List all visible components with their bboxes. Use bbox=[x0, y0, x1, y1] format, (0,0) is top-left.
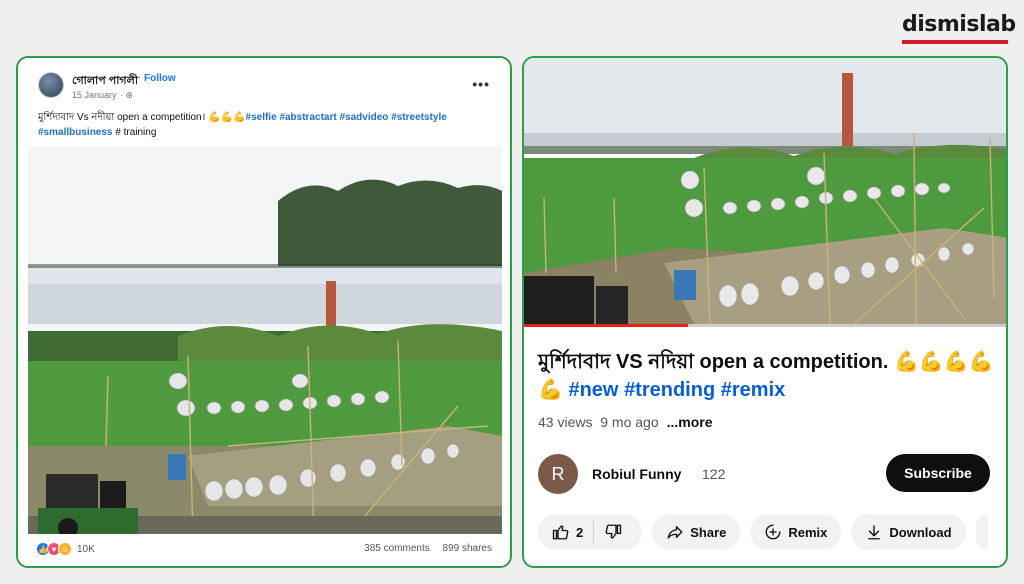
globe-icon: · ⊕ bbox=[120, 90, 134, 100]
brand-name: dismislab bbox=[902, 12, 1016, 37]
thumbs-down-icon[interactable] bbox=[604, 523, 622, 541]
remix-label: Remix bbox=[788, 524, 828, 540]
remix-button[interactable]: Remix bbox=[750, 514, 842, 550]
view-count: 43 views bbox=[538, 414, 593, 430]
author-avatar[interactable] bbox=[38, 72, 64, 98]
hashtag[interactable]: #remix bbox=[721, 379, 786, 401]
reaction-count: 10K bbox=[77, 543, 95, 555]
hashtag[interactable]: #sadvideo bbox=[339, 112, 388, 123]
hashtag[interactable]: #abstractart bbox=[279, 112, 336, 123]
post-video[interactable] bbox=[28, 146, 502, 534]
subscriber-count: 122 bbox=[702, 466, 726, 482]
channel-name[interactable]: Robiul Funny bbox=[592, 466, 681, 482]
video-progress-bar[interactable] bbox=[524, 324, 1006, 327]
brand-underline bbox=[902, 40, 1008, 44]
like-count: 2 bbox=[576, 524, 584, 540]
video-title: মুর্শিদাবাদ VS নদিয়া open a competition… bbox=[538, 348, 998, 404]
youtube-video-card: মুর্শিদাবাদ VS নদিয়া open a competition… bbox=[522, 56, 1008, 568]
brand-logo: dismislab bbox=[902, 12, 1016, 44]
hashtag[interactable]: #selfie bbox=[246, 112, 277, 123]
post-header: গোলাপ পাগলী · Follow 15 January · ⊕ ••• bbox=[18, 58, 510, 118]
download-button[interactable]: Download bbox=[851, 514, 966, 550]
shares-count[interactable]: 899 shares bbox=[443, 543, 492, 554]
more-options-icon[interactable]: ••• bbox=[472, 76, 490, 92]
post-stats: 385 comments 899 shares bbox=[354, 543, 492, 554]
separator-dot: · bbox=[138, 72, 142, 83]
caption-tail: # training bbox=[115, 127, 157, 138]
author-name[interactable]: গোলাপ পাগলী bbox=[72, 72, 138, 91]
hashtag[interactable]: #new bbox=[568, 379, 618, 401]
action-bar: 2 Share Remix Download bbox=[538, 514, 988, 550]
more-link[interactable]: ...more bbox=[667, 414, 713, 430]
download-label: Download bbox=[889, 524, 952, 540]
share-button[interactable]: Share bbox=[652, 514, 741, 550]
follow-button[interactable]: Follow bbox=[144, 73, 176, 84]
video-meta: 43 views 9 mo ago ...more bbox=[538, 414, 713, 430]
remix-icon bbox=[765, 524, 781, 540]
facebook-post-card: গোলাপ পাগলী · Follow 15 January · ⊕ ••• … bbox=[16, 56, 512, 568]
haha-reaction-icon: ☺ bbox=[58, 542, 72, 556]
subscribe-button[interactable]: Subscribe bbox=[886, 454, 990, 492]
reactions-summary[interactable]: 👍 ♥ ☺ 10K bbox=[36, 542, 95, 556]
post-date[interactable]: 15 January bbox=[72, 90, 117, 100]
thumbs-up-icon[interactable] bbox=[552, 523, 570, 541]
progress-fill bbox=[524, 324, 688, 327]
share-label: Share bbox=[690, 524, 727, 540]
upload-age: 9 mo ago bbox=[600, 414, 659, 430]
video-player[interactable] bbox=[524, 58, 1006, 324]
comments-count[interactable]: 385 comments bbox=[364, 543, 430, 554]
share-icon bbox=[667, 526, 683, 539]
hashtag[interactable]: #smallbusiness bbox=[38, 127, 112, 138]
hashtag[interactable]: #trending bbox=[624, 379, 715, 401]
divider bbox=[593, 521, 595, 543]
channel-avatar[interactable]: R bbox=[538, 454, 578, 494]
field-scene-image bbox=[524, 58, 1006, 324]
hashtag[interactable]: #streetstyle bbox=[391, 112, 447, 123]
caption-text: মুর্শিদাবাদ Vs নদীয়া open a competition… bbox=[38, 112, 246, 123]
post-caption: মুর্শিদাবাদ Vs নদীয়া open a competition… bbox=[38, 110, 498, 140]
field-scene-image bbox=[28, 146, 502, 534]
download-icon bbox=[868, 525, 881, 540]
more-actions-button[interactable] bbox=[975, 514, 988, 550]
like-dislike-group: 2 bbox=[538, 514, 643, 550]
post-footer: 👍 ♥ ☺ 10K 385 comments 899 shares bbox=[18, 532, 510, 566]
